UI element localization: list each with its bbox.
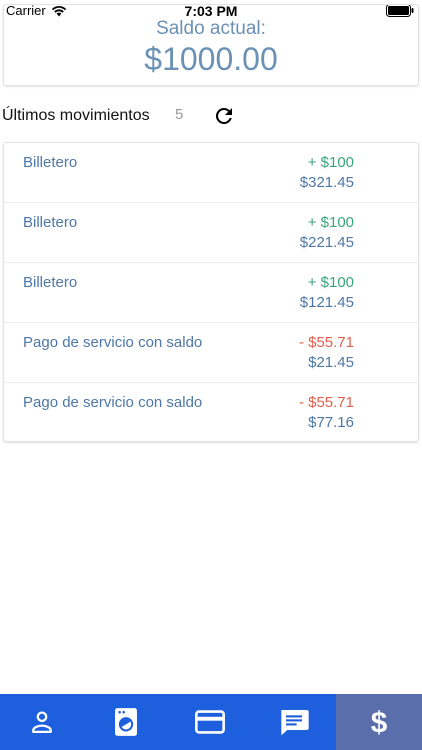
movement-balance: $77.16 — [308, 414, 354, 431]
movement-amount: - $55.71 — [298, 334, 354, 351]
svg-text:$: $ — [371, 706, 388, 738]
message-icon — [281, 710, 309, 736]
balance-card: Saldo actual: $1000.00 — [3, 4, 419, 86]
movement-description: Pago de servicio con saldo — [23, 394, 203, 411]
movements-count: 5 — [175, 106, 184, 123]
tab-profile[interactable] — [0, 694, 84, 750]
movement-balance: $21.45 — [308, 354, 354, 371]
movement-description: Billetero — [23, 154, 78, 171]
movement-row[interactable]: Billetero + $100 $221.45 — [4, 203, 418, 263]
balance-label: Saldo actual: — [156, 18, 266, 39]
movements-header: Últimos movimientos 5 — [2, 104, 422, 128]
tab-messages[interactable] — [252, 694, 336, 750]
movement-amount: + $100 — [307, 274, 354, 291]
refresh-icon — [215, 107, 232, 124]
balance-amount: $1000.00 — [144, 41, 278, 77]
refresh-button[interactable] — [212, 104, 236, 128]
tab-bar: $ — [0, 694, 422, 750]
movement-row[interactable]: Billetero + $100 $321.45 — [4, 143, 418, 203]
dollar-icon: $ — [371, 706, 388, 738]
movement-row[interactable]: Billetero + $100 $121.45 — [4, 263, 418, 323]
movements-title: Últimos movimientos — [2, 107, 150, 124]
movement-description: Billetero — [23, 274, 78, 291]
movement-balance: $221.45 — [299, 234, 354, 251]
tab-cards[interactable] — [168, 694, 252, 750]
movement-description: Pago de servicio con saldo — [23, 334, 203, 351]
movements-list: Billetero + $100 $321.45 Billetero + $10… — [3, 142, 419, 442]
movement-balance: $321.45 — [299, 174, 354, 191]
movement-amount: + $100 — [307, 214, 354, 231]
movement-amount: + $100 — [307, 154, 354, 171]
tab-laundry[interactable] — [84, 694, 168, 750]
movement-row[interactable]: Pago de servicio con saldo - $55.71 $21.… — [4, 323, 418, 383]
movement-description: Billetero — [23, 214, 78, 231]
movement-balance: $121.45 — [299, 294, 354, 311]
person-icon — [32, 711, 52, 734]
washing-machine-icon — [115, 708, 137, 736]
movement-amount: - $55.71 — [298, 394, 354, 411]
credit-card-icon — [195, 710, 225, 734]
tab-balance[interactable]: $ — [336, 694, 422, 750]
movement-row[interactable]: Pago de servicio con saldo - $55.71 $77.… — [4, 383, 418, 443]
